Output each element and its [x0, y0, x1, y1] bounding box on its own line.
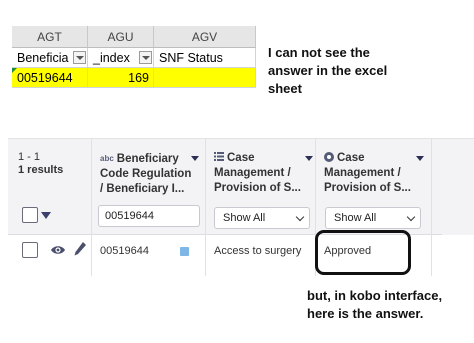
column-title-case-management-2-text: Case Management / Provision of S...: [324, 152, 411, 194]
column-menu-caret-icon[interactable]: [305, 156, 313, 161]
results-count: 1 - 1 1 results: [18, 151, 63, 177]
bulk-actions-caret-icon[interactable]: [41, 212, 51, 219]
excel-snippet: AGT AGU AGV Beneficia _index SNF Status …: [12, 26, 256, 88]
kobo-annotation: but, in kobo interface, here is the answ…: [307, 288, 443, 321]
data-cell-snf-status[interactable]: [154, 68, 256, 88]
select-value: Show All: [223, 212, 266, 224]
cell-beneficiary-code[interactable]: 00519644: [100, 245, 149, 258]
data-cell-beneficiary-text: 00519644: [17, 71, 73, 85]
beneficiary-filter-input[interactable]: 00519644: [98, 205, 200, 227]
external-link-icon[interactable]: [180, 247, 189, 256]
column-menu-caret-icon[interactable]: [416, 156, 424, 161]
column-menu-caret-icon[interactable]: [191, 156, 199, 161]
column-title-case-management-1-text: Case Management / Provision of S...: [214, 152, 301, 194]
select-all-checkbox[interactable]: [22, 207, 38, 223]
column-title-case-management-1[interactable]: Case Management / Provision of S...: [214, 151, 306, 196]
header-cell-index-text: _index: [93, 51, 130, 65]
data-cell-index-text: 169: [128, 71, 149, 85]
eye-icon[interactable]: [50, 244, 66, 256]
edit-pencil-icon[interactable]: [73, 241, 87, 257]
case-management-2-filter-select[interactable]: Show All: [325, 207, 421, 229]
radio-icon: [324, 152, 334, 162]
filter-dropdown-icon[interactable]: [139, 51, 152, 64]
data-cell-index[interactable]: 169: [88, 68, 154, 88]
case-management-1-filter-select[interactable]: Show All: [214, 207, 310, 229]
results-label: 1 results: [18, 164, 64, 176]
column-title-case-management-2[interactable]: Case Management / Provision of S...: [324, 151, 418, 196]
select-value: Show All: [334, 212, 377, 224]
header-cell-snf-status[interactable]: SNF Status: [154, 48, 256, 68]
chevron-down-icon: [406, 212, 416, 222]
column-header-agu[interactable]: AGU: [88, 26, 154, 48]
answer-highlight-box: [315, 230, 411, 275]
data-cell-beneficiary[interactable]: 00519644: [12, 68, 88, 88]
results-range: 1 - 1: [18, 151, 41, 163]
list-icon: [214, 152, 224, 161]
column-header-agv[interactable]: AGV: [154, 26, 256, 48]
filter-dropdown-icon[interactable]: [73, 51, 86, 64]
row-select-checkbox[interactable]: [22, 242, 38, 258]
cell-service[interactable]: Access to surgery: [214, 245, 301, 258]
error-indicator-icon: [12, 68, 17, 73]
column-header-agt[interactable]: AGT: [12, 26, 88, 48]
text-type-icon: abc: [100, 154, 114, 163]
column-title-beneficiary-code[interactable]: abc Beneficiary Code Regulation / Benefic…: [100, 151, 195, 197]
excel-annotation: I can not see the answer in the excel sh…: [268, 45, 388, 96]
next-column-partial: [442, 139, 474, 276]
chevron-down-icon: [295, 212, 305, 222]
header-cell-beneficiary-text: Beneficia: [17, 51, 69, 65]
